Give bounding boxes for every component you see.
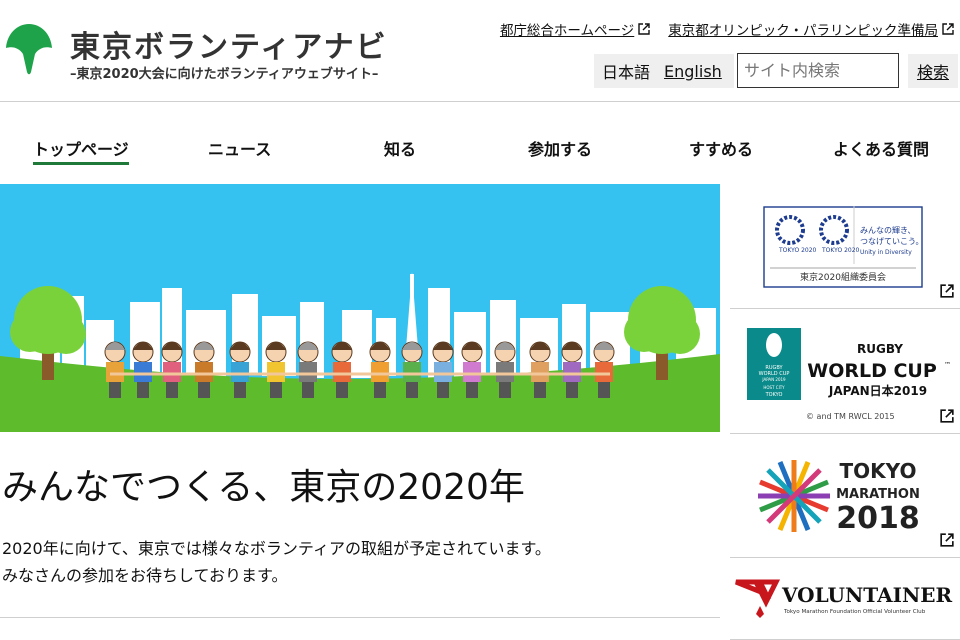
nav-news[interactable]: ニュース <box>208 136 271 160</box>
nav-faq[interactable]: よくある質問 <box>833 136 929 160</box>
person-figure <box>437 382 449 398</box>
external-link-icon <box>638 23 650 35</box>
external-link-icon <box>942 23 954 35</box>
person-figure <box>595 362 613 382</box>
person-figure <box>403 362 421 382</box>
person-figure <box>434 362 452 382</box>
language-switcher: 日本語 English <box>594 54 734 88</box>
hero-illustration <box>0 184 720 432</box>
person-figure <box>466 382 478 398</box>
metro-gov-link[interactable]: 都庁総合ホームページ <box>500 19 650 39</box>
person-figure <box>531 362 549 382</box>
rugby-world-cup-banner[interactable]: RUGBY WORLD CUP JAPAN 2019 HOST CITY TOK… <box>730 309 960 434</box>
tokyo2020-tagline-2: つなげていこう。 <box>860 237 924 246</box>
person-figure <box>137 382 149 398</box>
person-figure <box>231 362 249 382</box>
site-header: 東京ボランティアナビ –東京2020大会に向けたボランティアウェブサイト– 都庁… <box>0 0 960 102</box>
person-figure <box>336 382 348 398</box>
main-nav: トップページ ニュース 知る 参加する すすめる よくある質問 <box>0 103 960 183</box>
tokyo-ginkgo-logo[interactable] <box>3 22 55 76</box>
tokyo2020-olympic-label: TOKYO 2020 <box>778 247 817 254</box>
marathon-line-2: MARATHON <box>836 487 920 502</box>
external-link-icon <box>940 284 954 298</box>
person-figure <box>270 382 282 398</box>
top-links: 都庁総合ホームページ 東京都オリンピック・パラリンピック準備局 <box>500 19 954 39</box>
person-figure <box>371 362 389 382</box>
tokyo2020-paralympic-label: TOKYO 2020 <box>821 247 860 254</box>
person-figure <box>333 362 351 382</box>
tokyo2020-banner[interactable]: TOKYO 2020 TOKYO 2020 みんなの輝き、 つなげていこう。 U… <box>730 184 960 309</box>
person-figure <box>134 362 152 382</box>
external-link-icon <box>940 409 954 423</box>
external-link-icon <box>940 533 954 547</box>
rugby-copyright: © and TM RWCL 2015 <box>806 412 895 421</box>
marathon-line-3: 2018 <box>836 501 920 536</box>
nav-recommend[interactable]: すすめる <box>689 136 753 160</box>
nav-participate[interactable]: 参加する <box>528 136 592 160</box>
tokyo-marathon-logo: TOKYO MARATHON 2018 <box>758 459 920 536</box>
rugby-line-1: RUGBY <box>857 342 903 356</box>
nav-top-page[interactable]: トップページ <box>33 136 129 165</box>
content-divider <box>0 617 720 618</box>
person-figure <box>234 382 246 398</box>
voluntainer-sub: Tokyo Marathon Foundation Official Volun… <box>783 609 926 615</box>
rugby-line-3: JAPAN日本2019 <box>828 383 927 398</box>
voluntainer-logo: VOLUNTAINER Tokyo Marathon Foundation Of… <box>735 579 952 618</box>
person-figure <box>374 382 386 398</box>
person-figure <box>267 362 285 382</box>
tokyo2020-logo: TOKYO 2020 TOKYO 2020 みんなの輝き、 つなげていこう。 U… <box>763 206 924 288</box>
person-figure <box>463 362 481 382</box>
person-figure <box>598 382 610 398</box>
metro-gov-link-label: 都庁総合ホームページ <box>499 23 635 39</box>
site-subtitle: –東京2020大会に向けたボランティアウェブサイト– <box>70 67 379 82</box>
olympic-bureau-link[interactable]: 東京都オリンピック・パラリンピック準備局 <box>668 19 954 39</box>
hero-text: 2020年に向けて、東京では様々なボランティアの取組が予定されています。 みなさ… <box>2 535 551 589</box>
hero-text-line-1: 2020年に向けて、東京では様々なボランティアの取組が予定されています。 <box>2 539 551 558</box>
person-figure <box>499 382 511 398</box>
lang-english-link[interactable]: English <box>664 62 722 81</box>
lang-japanese[interactable]: 日本語 <box>602 59 650 83</box>
rugby-tm: ™ <box>944 361 951 369</box>
tokyo-marathon-banner[interactable]: TOKYO MARATHON 2018 <box>730 434 960 558</box>
person-figure <box>166 382 178 398</box>
person-figure <box>109 382 121 398</box>
marathon-line-1: TOKYO <box>840 459 917 483</box>
person-figure <box>163 362 181 382</box>
person-figure <box>302 382 314 398</box>
person-figure <box>195 362 213 382</box>
nav-learn[interactable]: 知る <box>384 136 416 160</box>
person-figure <box>534 382 546 398</box>
rugby-logo-japan: JAPAN 2019 <box>761 377 786 382</box>
rugby-logo-tokyo: TOKYO <box>765 392 783 398</box>
rugby-line-2: WORLD CUP <box>807 360 937 382</box>
person-figure <box>566 382 578 398</box>
person-figure <box>563 362 581 382</box>
hero-title: みんなでつくる、東京の2020年 <box>2 467 525 508</box>
tokyo2020-tagline-en: Unity in Diversity <box>860 249 912 256</box>
search-button[interactable]: 検索 <box>908 54 958 88</box>
person-figure <box>299 362 317 382</box>
tokyo2020-tagline-1: みんなの輝き、 <box>860 225 915 235</box>
rugby-logo-host: HOST CITY <box>763 385 785 390</box>
search-input[interactable] <box>737 53 899 88</box>
person-figure <box>406 382 418 398</box>
site-title[interactable]: 東京ボランティアナビ <box>70 22 388 66</box>
person-figure <box>496 362 514 382</box>
person-figure <box>198 382 210 398</box>
tokyo2020-caption: 東京2020組織委員会 <box>800 271 886 283</box>
voluntainer-banner[interactable]: VOLUNTAINER Tokyo Marathon Foundation Of… <box>730 558 960 640</box>
olympic-bureau-link-label: 東京都オリンピック・パラリンピック準備局 <box>668 23 938 39</box>
voluntainer-title: VOLUNTAINER <box>781 583 952 607</box>
person-figure <box>106 362 124 382</box>
rugby-world-cup-logo: RUGBY WORLD CUP JAPAN 2019 HOST CITY TOK… <box>747 328 951 421</box>
hero-text-line-2: みなさんの参加をお待ちしております。 <box>2 566 288 585</box>
